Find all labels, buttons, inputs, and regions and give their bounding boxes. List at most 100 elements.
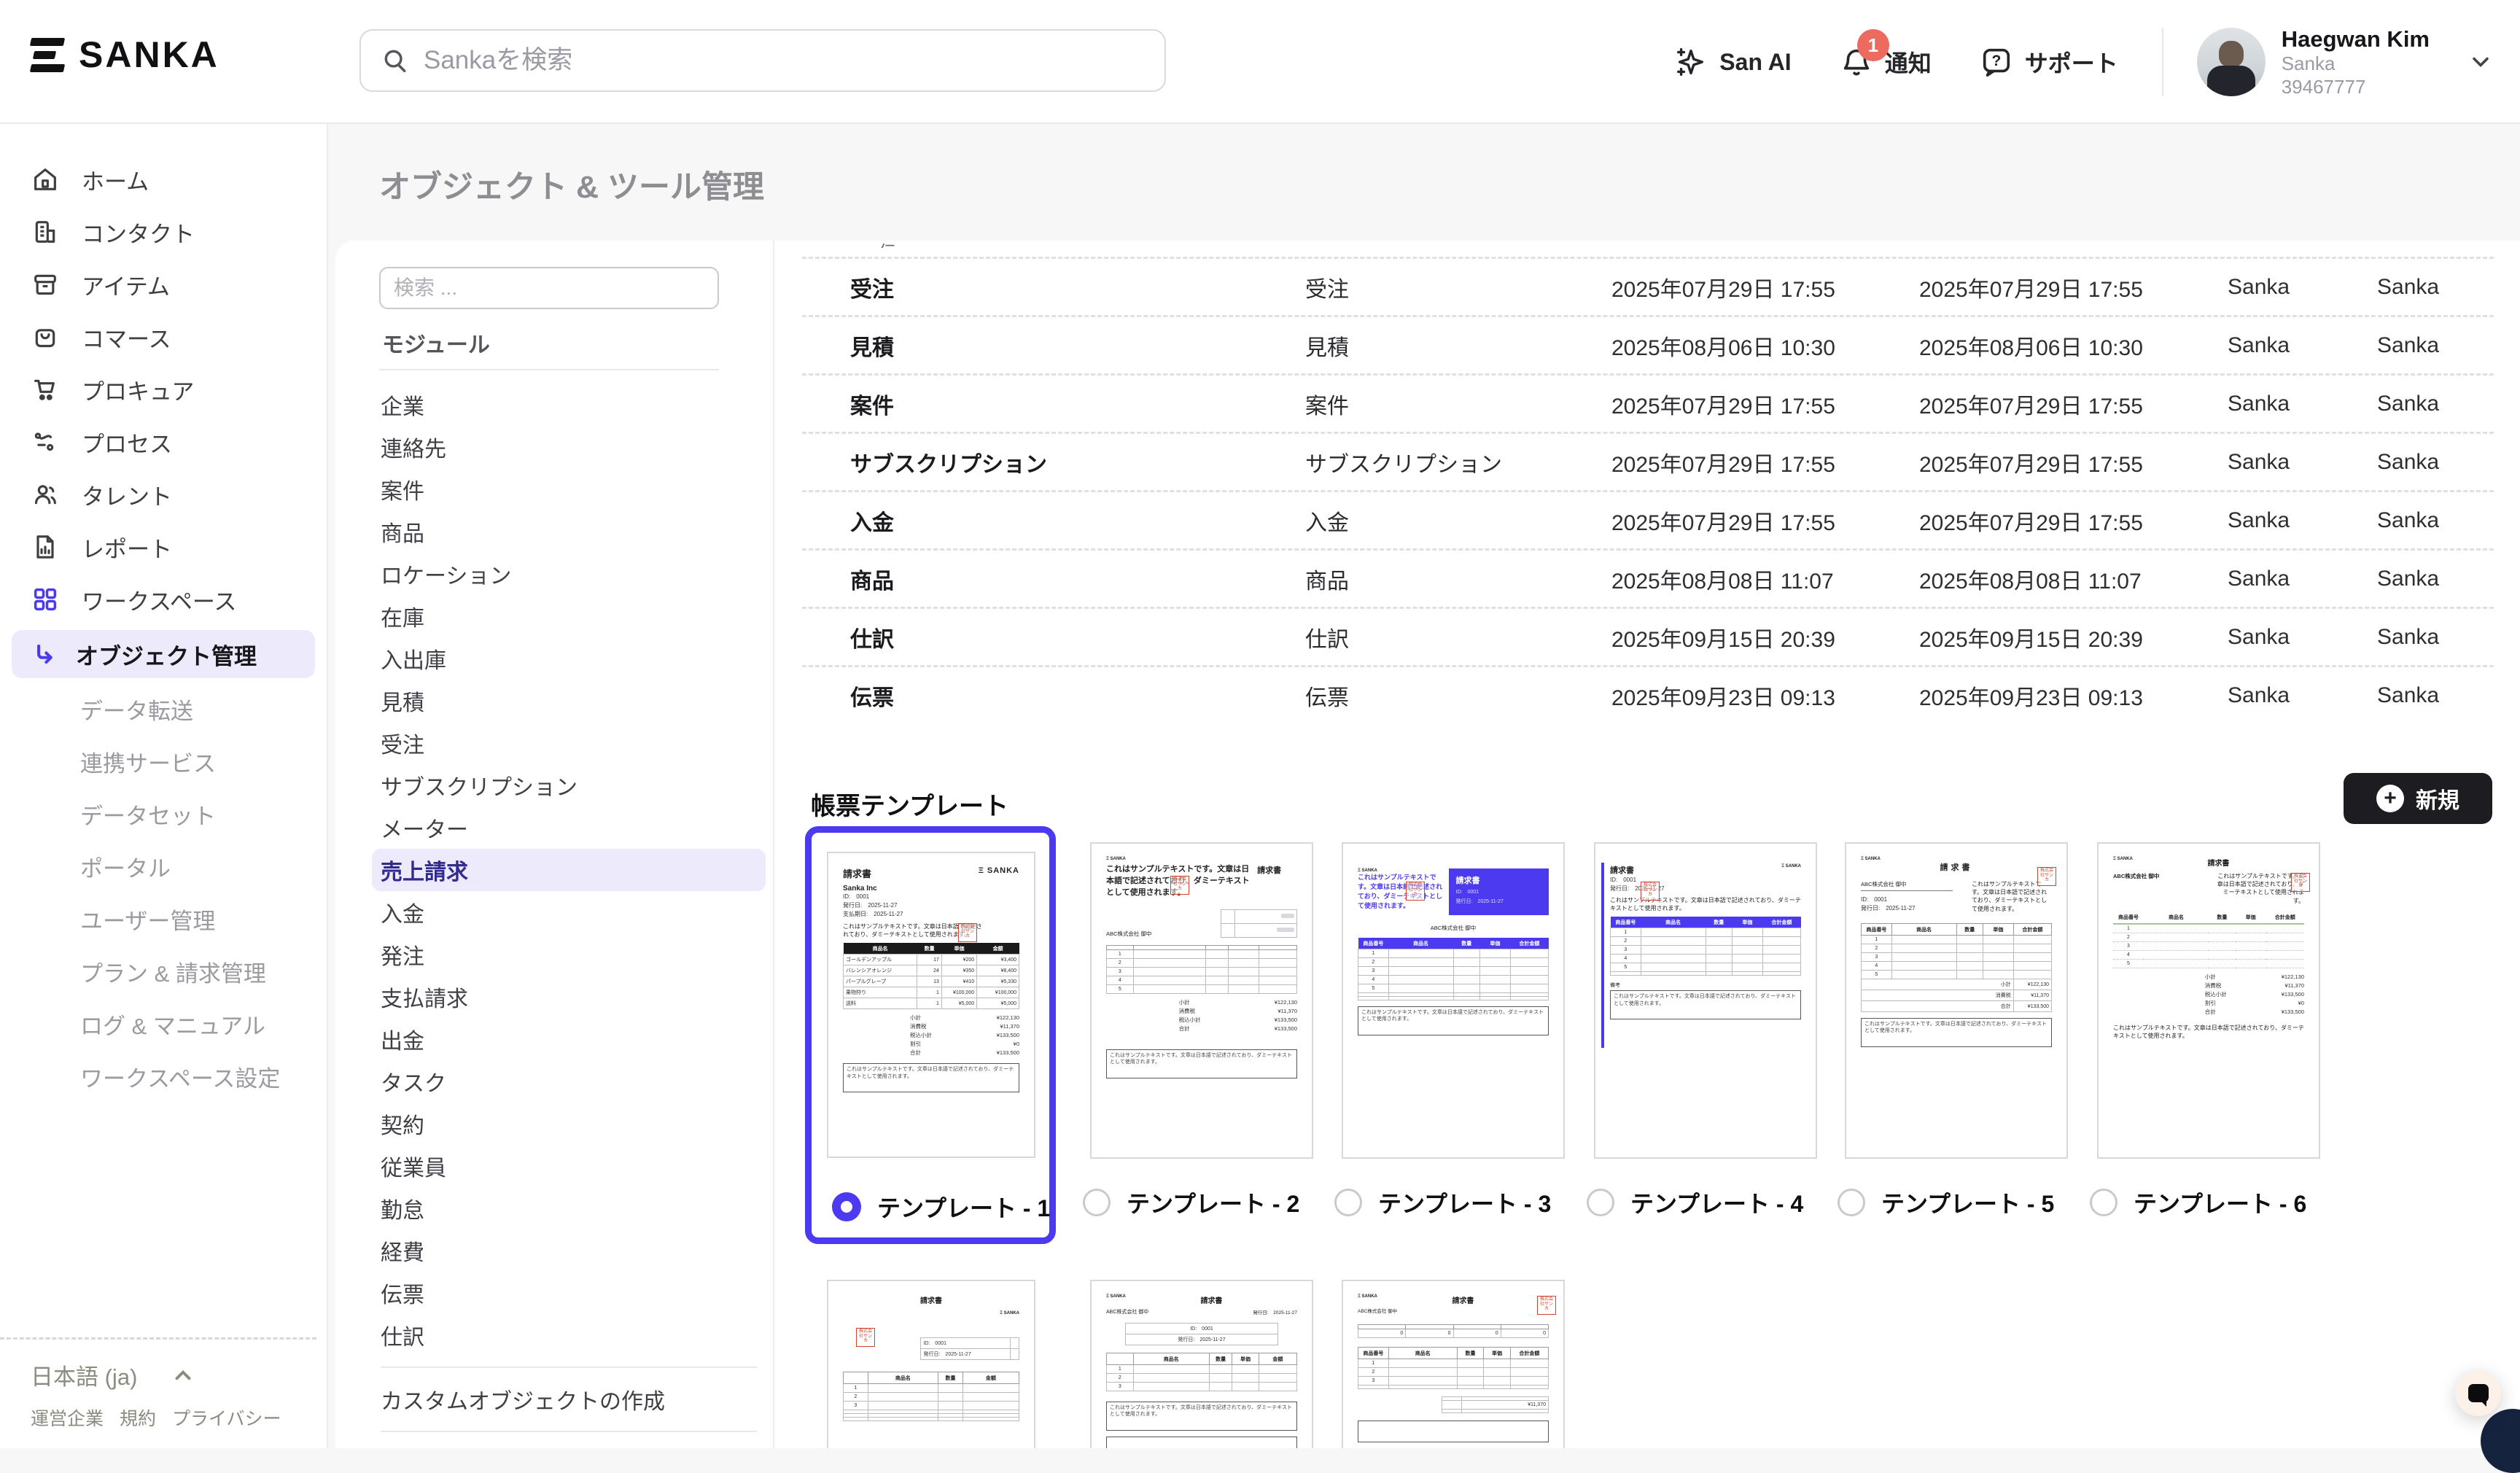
template-select-3[interactable]: テンプレート - 3 bbox=[1334, 1186, 1551, 1219]
brand-logo[interactable]: SANKA bbox=[31, 34, 219, 76]
module-item-attendance[interactable]: 勤怠 bbox=[372, 1187, 766, 1229]
link-terms[interactable]: 規約 bbox=[120, 1404, 156, 1431]
sidebar-sub-logs-manual[interactable]: ログ & マニュアル bbox=[0, 998, 327, 1050]
chat-widget-button[interactable] bbox=[2455, 1370, 2501, 1416]
module-item-quote[interactable]: 見積 bbox=[372, 680, 766, 722]
module-search[interactable] bbox=[379, 267, 719, 309]
module-item-task[interactable]: タスク bbox=[372, 1060, 766, 1103]
template-thumbnail-7[interactable]: 請求書 Ξ SANKA 株式会社サンカ ID: 0001 発行日: 2025-1… bbox=[827, 1280, 1035, 1448]
new-template-button[interactable]: + 新規 bbox=[2344, 773, 2492, 824]
template-thumbnail-6[interactable]: Ξ SANKA 請求書 ABC株式会社 御中 これはサンプルテキストです。文章は… bbox=[2097, 842, 2320, 1159]
sidebar-item-workspace[interactable]: ワークスペース bbox=[0, 573, 327, 626]
global-search[interactable] bbox=[359, 29, 1166, 92]
mini-invoice-9: Ξ SANKA 請求書 ABC株式会社 御中 株式会社サンカ 0000 商品番号… bbox=[1343, 1281, 1563, 1448]
user-menu[interactable]: Haegwan Kim Sanka 39467777 bbox=[2197, 26, 2494, 98]
module-item-sales-invoice[interactable]: 売上請求 bbox=[372, 849, 766, 891]
sidebar-sub-plan-billing[interactable]: プラン & 請求管理 bbox=[0, 945, 327, 998]
sidebar-item-procure[interactable]: プロキュア bbox=[0, 363, 327, 416]
global-search-input[interactable] bbox=[424, 46, 1080, 75]
sidebar-sub-integrations[interactable]: 連携サービス bbox=[0, 735, 327, 788]
module-item-deposit[interactable]: 入金 bbox=[372, 891, 766, 933]
module-item-inventory[interactable]: 在庫 bbox=[372, 595, 766, 637]
template-card-1[interactable]: 請求書 Ξ SANKA Sanka Inc ID: 0001 発行日: 2025… bbox=[805, 826, 1056, 1244]
sidebar-item-object-management[interactable]: オブジェクト管理 bbox=[12, 630, 315, 678]
module-item-company[interactable]: 企業 bbox=[372, 384, 766, 426]
module-item-journal[interactable]: 仕訳 bbox=[372, 1314, 766, 1356]
top-header: SANKA San AI bbox=[0, 0, 2520, 124]
brand-logo-icon bbox=[31, 38, 64, 72]
sidebar-item-items[interactable]: アイテム bbox=[0, 258, 327, 311]
notifications-button[interactable]: 1 通知 bbox=[1840, 45, 1932, 79]
support-button[interactable]: ? サポート bbox=[1980, 45, 2118, 79]
template-select-1[interactable]: テンプレート - 1 bbox=[832, 1190, 1050, 1224]
mini-invoice-3: Ξ SANKA これはサンプルテキストです。文章は日本語で記述されており、ダミー… bbox=[1343, 844, 1563, 1157]
template-thumbnail-2[interactable]: Ξ SANKA これはサンプルテキストです。文章は日本語で記述されており、ダミー… bbox=[1090, 842, 1313, 1159]
table-row[interactable]: 商品 商品 2025年08月08日 11:07 2025年08月08日 11:0… bbox=[802, 548, 2494, 607]
template-thumbnail-9[interactable]: Ξ SANKA 請求書 ABC株式会社 御中 株式会社サンカ 0000 商品番号… bbox=[1342, 1280, 1565, 1448]
san-ai-button[interactable]: San AI bbox=[1674, 45, 1791, 79]
table-row[interactable]: 案件 案件 2025年07月29日 17:55 2025年07月29日 17:5… bbox=[802, 373, 2494, 432]
table-row[interactable]: 見積 見積 2025年08月06日 10:30 2025年08月06日 10:3… bbox=[802, 315, 2494, 373]
sidebar-item-talent[interactable]: タレント bbox=[0, 468, 327, 521]
template-label: テンプレート - 2 bbox=[1127, 1186, 1299, 1219]
sidebar-sub-datasets[interactable]: データセット bbox=[0, 788, 327, 840]
module-item-contract[interactable]: 契約 bbox=[372, 1103, 766, 1145]
module-list: 企業 連絡先 案件 商品 ロケーション 在庫 入出庫 見積 受注 サブスクリプシ… bbox=[372, 384, 766, 1442]
module-item-withdrawal[interactable]: 出金 bbox=[372, 1018, 766, 1060]
link-privacy[interactable]: プライバシー bbox=[172, 1404, 281, 1431]
module-item-employee[interactable]: 従業員 bbox=[372, 1145, 766, 1187]
language-selector[interactable]: 日本語 (ja) bbox=[31, 1359, 316, 1391]
cell-name: 伝票 bbox=[850, 680, 894, 712]
radio-icon[interactable] bbox=[1334, 1189, 1362, 1216]
sidebar-item-commerce[interactable]: コマース bbox=[0, 311, 327, 363]
radio-icon[interactable] bbox=[1083, 1189, 1111, 1216]
table-row[interactable]: 受注 受注 2025年07月29日 17:55 2025年07月29日 17:5… bbox=[802, 257, 2494, 315]
template-thumbnail-4[interactable]: 請求書 Ξ SANKA ID: 0001 発行日: 2025-11-27 株式会… bbox=[1594, 842, 1817, 1159]
radio-icon[interactable] bbox=[1838, 1189, 1865, 1216]
table-row[interactable]: 入金 入金 2025年07月29日 17:55 2025年07月29日 17:5… bbox=[802, 490, 2494, 548]
module-item-meter[interactable]: メーター bbox=[372, 807, 766, 849]
table-row[interactable]: 仕訳 仕訳 2025年09月15日 20:39 2025年09月15日 20:3… bbox=[802, 607, 2494, 665]
module-item-subscription[interactable]: サブスクリプション bbox=[372, 764, 766, 807]
template-select-2[interactable]: テンプレート - 2 bbox=[1083, 1186, 1299, 1219]
sidebar-item-report[interactable]: レポート bbox=[0, 521, 327, 573]
template-select-4[interactable]: テンプレート - 4 bbox=[1587, 1186, 1803, 1219]
template-select-6[interactable]: テンプレート - 6 bbox=[2090, 1186, 2306, 1219]
module-item-purchase-order[interactable]: 発注 bbox=[372, 933, 766, 976]
sidebar-item-process[interactable]: プロセス bbox=[0, 416, 327, 468]
template-thumbnail-3[interactable]: Ξ SANKA これはサンプルテキストです。文章は日本語で記述されており、ダミー… bbox=[1342, 842, 1565, 1159]
create-custom-label: カスタムオブジェクトの作成 bbox=[381, 1383, 665, 1415]
module-item-deal[interactable]: 案件 bbox=[372, 468, 766, 510]
template-thumbnail-8[interactable]: Ξ SANKA 請求書 ABC株式会社 御中 発行日: 2025-11-27 I… bbox=[1090, 1280, 1313, 1448]
module-item-order[interactable]: 受注 bbox=[372, 722, 766, 764]
invoice-note: これはサンプルテキストです。文章は日本語で記述されており、ダミーテキストとして使… bbox=[1610, 990, 1801, 1019]
table-row[interactable]: サブスクリプション サブスクリプション 2025年07月29日 17:55 20… bbox=[802, 432, 2494, 490]
template-thumbnail-1[interactable]: 請求書 Ξ SANKA Sanka Inc ID: 0001 発行日: 2025… bbox=[827, 852, 1035, 1158]
link-operator[interactable]: 運営企業 bbox=[31, 1404, 104, 1431]
module-item-location[interactable]: ロケーション bbox=[372, 553, 766, 595]
module-item-expense[interactable]: 経費 bbox=[372, 1229, 766, 1272]
radio-selected-icon[interactable] bbox=[832, 1192, 861, 1221]
san-ai-label: San AI bbox=[1719, 49, 1791, 76]
module-search-input[interactable] bbox=[394, 276, 704, 300]
new-button-label: 新規 bbox=[2416, 782, 2459, 815]
radio-icon[interactable] bbox=[2090, 1189, 2118, 1216]
radio-icon[interactable] bbox=[1587, 1189, 1614, 1216]
module-item-contact[interactable]: 連絡先 bbox=[372, 426, 766, 468]
sidebar-item-home[interactable]: ホーム bbox=[0, 153, 327, 206]
table-row[interactable]: 伝票 伝票 2025年09月23日 09:13 2025年09月23日 09:1… bbox=[802, 665, 2494, 723]
cell-created: 2025年07月29日 17:55 bbox=[1611, 271, 1835, 303]
template-select-5[interactable]: テンプレート - 5 bbox=[1838, 1186, 2054, 1219]
module-item-payment-request[interactable]: 支払請求 bbox=[372, 976, 766, 1018]
module-item-voucher[interactable]: 伝票 bbox=[372, 1272, 766, 1314]
create-custom-object-button[interactable]: カスタムオブジェクトの作成 bbox=[372, 1378, 766, 1420]
module-item-stock-io[interactable]: 入出庫 bbox=[372, 637, 766, 680]
sidebar-sub-data-transfer[interactable]: データ転送 bbox=[0, 683, 327, 735]
sidebar-sub-workspace-settings[interactable]: ワークスペース設定 bbox=[0, 1050, 327, 1103]
sidebar-sub-portal[interactable]: ポータル bbox=[0, 840, 327, 893]
cell-created: 2025年07月29日 17:55 bbox=[1611, 388, 1835, 420]
sidebar-sub-user-management[interactable]: ユーザー管理 bbox=[0, 893, 327, 945]
template-thumbnail-5[interactable]: Ξ SANKA 請求書 ABC株式会社 御中 ID: 0001 発行日: 202… bbox=[1845, 842, 2068, 1159]
sidebar-item-contacts[interactable]: コンタクト bbox=[0, 206, 327, 258]
module-item-product[interactable]: 商品 bbox=[372, 510, 766, 553]
